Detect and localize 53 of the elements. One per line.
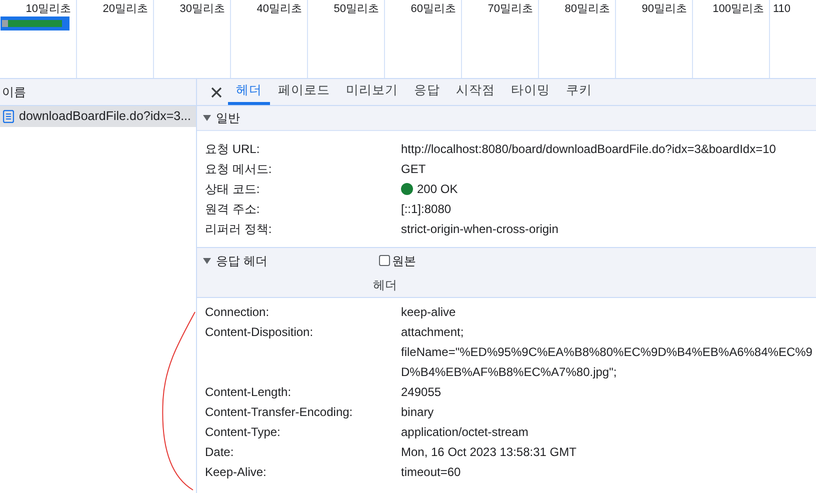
header-value: timeout=60 [401,464,461,481]
header-name: Keep-Alive: [205,464,268,481]
timeline-tick-label: 100밀리초 [712,2,764,16]
header-name: 원격 주소: [205,201,261,218]
timeline-tick-label: 30밀리초 [180,2,225,16]
timeline-tick-label: 10밀리초 [26,2,71,16]
section-subtitle: 헤더 [373,277,397,294]
header-value: 200 OK [417,181,458,198]
header-name: Content-Transfer-Encoding: [205,404,354,421]
caret-icon[interactable] [203,256,211,264]
column-header[interactable]: 이름 [0,79,196,106]
raw-checkbox[interactable]: 원본 [379,252,416,270]
waterfall-bar-drawing [0,16,70,31]
header-value: Mon, 16 Oct 2023 13:58:31 GMT [401,444,576,461]
tab[interactable]: 페이로드 [270,79,338,105]
timeline-tick-label: 60밀리초 [410,2,456,16]
header-name: Date: [205,444,235,461]
header-value: application/octet-stream [401,424,528,441]
header-value: binary [401,404,434,421]
header-value: [::1]:8080 [401,201,452,218]
header-value: strict-origin-when-cross-origin [401,221,558,238]
header-name: Content-Type: [205,424,282,441]
header-name: Content-Disposition: [205,324,314,341]
header-name: 리퍼러 정책: [205,221,273,238]
tab[interactable]: 쿠키 [558,79,600,105]
header-name: 요청 메서드: [205,161,273,178]
timeline-tick-label: 80밀리초 [564,2,610,16]
timeline-tick-label: 70밀리초 [488,2,533,16]
header-name: 요청 URL: [205,141,261,158]
header-value: GET [401,161,426,178]
timeline-tick-label: 110 [773,2,791,16]
document-icon [3,110,14,123]
header-value: 249055 [401,384,442,401]
header-name: Connection: [205,304,270,321]
timeline-tick-label: 20밀리초 [102,2,148,16]
header-value: keep-alive [401,304,456,321]
section-title: 일반 [216,110,240,127]
header-value: attachment; fileName="%ED%95%9C%EA%B8%80%EC%9D%B4%EB%A6%84%EC%9 D%B4%EB%AF%B8%EC%A7%80.jpg"; [401,324,812,381]
timeline-tick-label: 50밀리초 [334,2,379,16]
request-row[interactable]: downloadBoardFile.do?idx=3... [0,106,196,127]
tab[interactable]: 타이밍 [503,79,558,105]
header-name: 상태 코드: [205,181,261,198]
tab[interactable]: 미리보기 [338,79,406,105]
timeline-tick-label: 40밀리초 [256,2,302,16]
header-name: Content-Length: [205,384,292,401]
tab[interactable]: 시작점 [448,79,503,105]
section-header[interactable]: 응답 헤더 [203,252,379,270]
caret-icon[interactable] [203,114,211,122]
header-value: http://localhost:8080/board/downloadBoardFile.do?idx=3&boardIdx=10 [401,141,776,158]
tab[interactable]: 응답 [406,79,448,105]
section-header[interactable]: 일반 [197,106,816,131]
timeline-tick-label: 90밀리초 [642,2,687,16]
close-icon [210,86,222,98]
